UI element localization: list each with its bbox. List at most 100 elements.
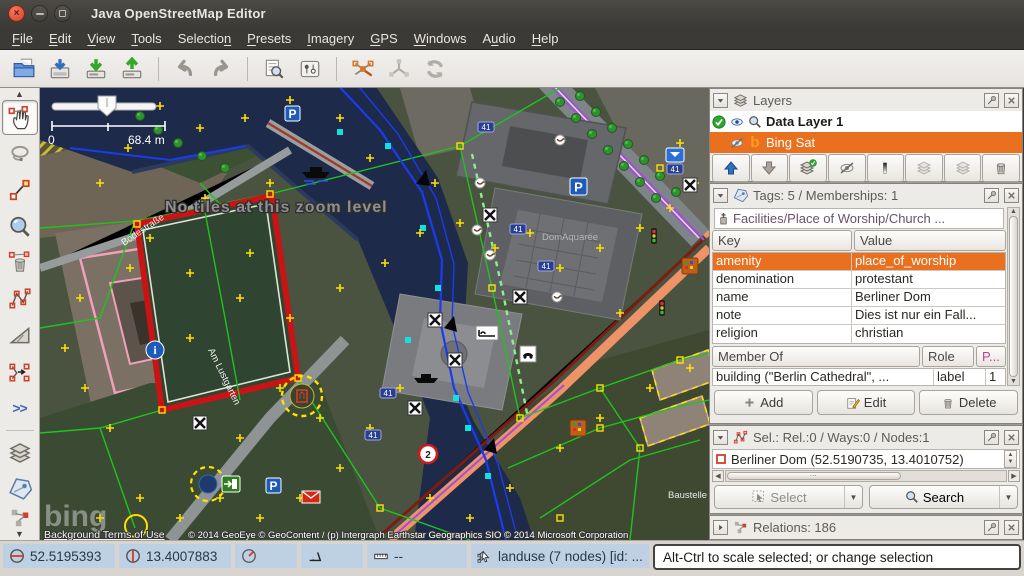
- undo-button[interactable]: [169, 54, 201, 84]
- tags-scrollbar[interactable]: ▲ ▼: [1007, 207, 1020, 386]
- layer-visibility-icon[interactable]: [730, 115, 744, 129]
- menu-file[interactable]: File: [4, 29, 41, 48]
- search-dropdown-caret[interactable]: ▼: [999, 486, 1017, 508]
- tags-dialog-button[interactable]: [2, 472, 38, 506]
- draw-nodes-tool-button[interactable]: [2, 173, 38, 207]
- menu-audio[interactable]: Audio: [474, 29, 523, 48]
- menu-imagery[interactable]: Imagery: [299, 29, 362, 48]
- activate-layer-button[interactable]: [789, 154, 827, 182]
- layer-row-data-layer[interactable]: Data Layer 1: [710, 111, 1022, 132]
- selection-spinner[interactable]: ▲▼: [1004, 450, 1017, 468]
- title-bar: × Java OpenStreetMap Editor: [0, 0, 1024, 27]
- key-column-header[interactable]: Key: [712, 230, 852, 251]
- collapse-layers-button[interactable]: [713, 93, 728, 108]
- house-number-plate: 41: [538, 261, 554, 271]
- stick-selection-button[interactable]: [984, 430, 999, 445]
- layers-dialog-button[interactable]: [2, 436, 38, 470]
- data-layer-icon: [748, 115, 762, 129]
- close-selection-button[interactable]: [1004, 430, 1019, 445]
- position-column-header[interactable]: P...: [976, 346, 1006, 367]
- redo-button[interactable]: [205, 54, 237, 84]
- map-canvas[interactable]: P P P 41 41 41 41 41 41 2: [40, 88, 709, 540]
- menu-windows[interactable]: Windows: [406, 29, 475, 48]
- carpet-icon: [570, 420, 586, 436]
- combine-way-button[interactable]: [383, 54, 415, 84]
- download-data-button[interactable]: [80, 54, 112, 84]
- move-layer-down-button[interactable]: [751, 154, 789, 182]
- show-hide-layer-button[interactable]: [828, 154, 866, 182]
- close-tags-button[interactable]: [1004, 188, 1019, 203]
- menu-help[interactable]: Help: [524, 29, 567, 48]
- tag-row[interactable]: noteDies ist nur ein Fall...: [713, 307, 1005, 325]
- member-of-column-header[interactable]: Member Of: [712, 346, 920, 367]
- tools-scroll-up-icon[interactable]: ▲: [0, 88, 39, 99]
- terms-of-use-link[interactable]: Background Terms of Use: [44, 529, 165, 540]
- search-button-panel[interactable]: Search ▼: [869, 485, 1018, 509]
- zoom-tool-button[interactable]: [2, 209, 38, 243]
- add-tag-button[interactable]: Add: [714, 390, 813, 415]
- layer-visibility-icon[interactable]: [730, 136, 744, 150]
- lasso-tool-button[interactable]: [2, 137, 38, 171]
- menu-edit[interactable]: Edit: [41, 29, 79, 48]
- parking-icon: P: [266, 478, 281, 493]
- menu-selection[interactable]: Selection: [170, 29, 239, 48]
- update-data-button[interactable]: [419, 54, 451, 84]
- preset-link[interactable]: Facilities/Place of Worship/Church ...: [714, 208, 1004, 229]
- tools-scroll-down-icon[interactable]: ▼: [0, 529, 39, 540]
- stick-tags-button[interactable]: [984, 188, 999, 203]
- selection-hscrollbar[interactable]: ◀ ⋯ ▶: [712, 470, 1020, 482]
- tag-row[interactable]: denominationprotestant: [713, 271, 1005, 289]
- select-tool-button[interactable]: [2, 100, 38, 134]
- layer-row-bing-sat[interactable]: b Bing Sat: [710, 132, 1022, 153]
- select-button[interactable]: Select ▼: [714, 485, 863, 509]
- house-number-plate: 41: [478, 122, 494, 132]
- svg-text:2: 2: [425, 450, 431, 461]
- menu-presets[interactable]: Presets: [239, 29, 299, 48]
- collapse-selection-button[interactable]: [713, 430, 728, 445]
- scroll-right-icon[interactable]: ▶: [1008, 470, 1020, 482]
- window-minimize-button[interactable]: [31, 5, 48, 22]
- selected-area-lustgarten[interactable]: [137, 196, 298, 410]
- menu-tools[interactable]: Tools: [123, 29, 169, 48]
- collapse-tags-button[interactable]: [713, 188, 728, 203]
- stick-layers-button[interactable]: [984, 93, 999, 108]
- close-layers-button[interactable]: [1004, 93, 1019, 108]
- merge-layer-button[interactable]: [905, 154, 943, 182]
- relations-dialog-button[interactable]: [2, 509, 38, 528]
- role-column-header[interactable]: Role: [922, 346, 974, 367]
- tag-row[interactable]: nameBerliner Dom: [713, 289, 1005, 307]
- upload-data-button[interactable]: [116, 54, 148, 84]
- tag-row[interactable]: amenityplace_of_worship: [713, 253, 1005, 271]
- scroll-left-icon[interactable]: ◀: [712, 470, 724, 482]
- selection-icon: [733, 430, 748, 445]
- open-button[interactable]: [8, 54, 40, 84]
- tags-icon: [733, 188, 748, 203]
- layer-opacity-button[interactable]: [867, 154, 905, 182]
- selected-object-row[interactable]: Berliner Dom (52.5190735, 13.4010752) ▲▼: [712, 449, 1020, 469]
- tag-row[interactable]: religionchristian: [713, 325, 1005, 343]
- search-button[interactable]: [258, 54, 290, 84]
- menu-gps[interactable]: GPS: [362, 29, 405, 48]
- menu-view[interactable]: View: [79, 29, 123, 48]
- window-close-button[interactable]: ×: [8, 5, 25, 22]
- more-tools-button[interactable]: >>: [2, 391, 38, 425]
- delete-layer-button[interactable]: [982, 154, 1020, 182]
- delete-tag-button[interactable]: Delete: [919, 390, 1018, 415]
- membership-row[interactable]: building ("Berlin Cathedral", ... label …: [712, 368, 1006, 386]
- save-button[interactable]: [44, 54, 76, 84]
- close-relations-button[interactable]: [1004, 520, 1019, 535]
- merge-nodes-tool-button[interactable]: [2, 354, 38, 388]
- expand-relations-button[interactable]: [713, 520, 728, 535]
- value-column-header[interactable]: Value: [854, 230, 1006, 251]
- window-maximize-button[interactable]: [54, 5, 71, 22]
- split-way-button[interactable]: [347, 54, 379, 84]
- move-layer-up-button[interactable]: [712, 154, 750, 182]
- select-dropdown-caret[interactable]: ▼: [844, 486, 862, 508]
- edit-tag-button[interactable]: Edit: [817, 390, 916, 415]
- improve-way-tool-button[interactable]: [2, 282, 38, 316]
- delete-tool-button[interactable]: [2, 246, 38, 280]
- duplicate-layer-button[interactable]: [944, 154, 982, 182]
- preferences-button[interactable]: [294, 54, 326, 84]
- extrude-tool-button[interactable]: [2, 318, 38, 352]
- stick-relations-button[interactable]: [984, 520, 999, 535]
